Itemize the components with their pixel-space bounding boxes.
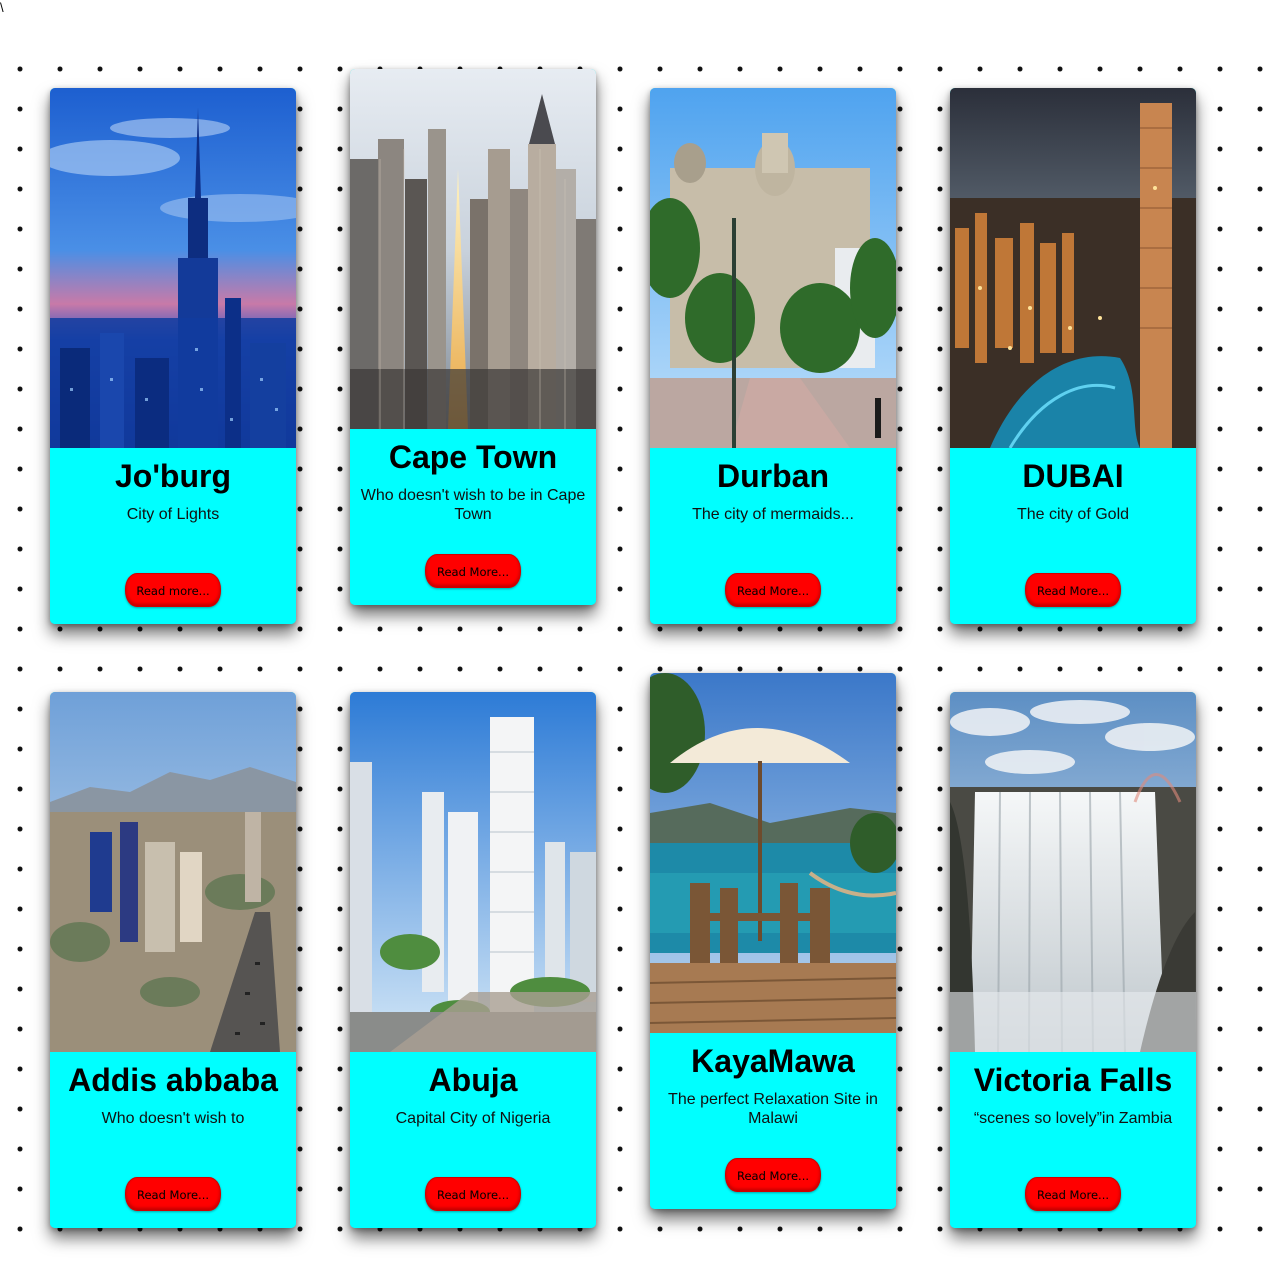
waterfall-gorge-photo — [950, 692, 1196, 1052]
marina-night-photo — [950, 88, 1196, 448]
destination-card-abuja: Abuja Capital City of Nigeria Read More.… — [350, 692, 596, 1228]
card-description: “scenes so lovely”in Zambia — [973, 1110, 1173, 1127]
card-photo — [350, 69, 596, 429]
modern-towers-photo — [350, 692, 596, 1052]
card-title: Victoria Falls — [973, 1062, 1173, 1098]
card-photo — [650, 88, 896, 448]
card-title: Addis abbaba — [68, 1062, 278, 1098]
card-description: Who doesn't wish to — [101, 1110, 245, 1127]
read-more-button[interactable]: Read More... — [725, 573, 821, 607]
destination-card-durban: Durban The city of mermaids... Read More… — [650, 88, 896, 624]
downtown-skyscrapers-photo — [350, 69, 596, 429]
destination-card-cape-town: Cape Town Who doesn't wish to be in Cape… — [350, 69, 596, 605]
card-photo — [950, 692, 1196, 1052]
read-more-button[interactable]: Read More... — [1025, 573, 1121, 607]
card-body: Victoria Falls “scenes so lovely”in Zamb… — [950, 1052, 1196, 1228]
destination-card-victoria-falls: Victoria Falls “scenes so lovely”in Zamb… — [950, 692, 1196, 1228]
read-more-button[interactable]: Read More... — [1025, 1177, 1121, 1211]
card-photo — [650, 673, 896, 1033]
card-body: Durban The city of mermaids... Read More… — [650, 448, 896, 624]
card-description: The perfect Relaxation Site in Malawi — [668, 1091, 878, 1127]
city-aerial-photo — [50, 692, 296, 1052]
card-title: Jo'burg — [114, 458, 232, 494]
destination-card-dubai: DUBAI The city of Gold Read More... — [950, 88, 1196, 624]
card-body: DUBAI The city of Gold Read More... — [950, 448, 1196, 624]
card-title: Abuja — [428, 1062, 518, 1098]
card-description: Capital City of Nigeria — [395, 1110, 551, 1127]
card-body: Jo'burg City of Lights Read more... — [50, 448, 296, 624]
card-body: Cape Town Who doesn't wish to be in Cape… — [350, 429, 596, 605]
card-description: The city of Gold — [1016, 506, 1130, 523]
corner-mark: \ — [0, 0, 4, 15]
read-more-button[interactable]: Read more... — [125, 573, 221, 607]
card-description: The city of mermaids... — [692, 506, 854, 523]
read-more-button[interactable]: Read More... — [425, 1177, 521, 1211]
card-photo — [950, 88, 1196, 448]
card-body: Abuja Capital City of Nigeria Read More.… — [350, 1052, 596, 1228]
card-description: City of Lights — [126, 506, 220, 523]
card-title: DUBAI — [1022, 458, 1124, 494]
destination-card-joburg: Jo'burg City of Lights Read more... — [50, 88, 296, 624]
read-more-button[interactable]: Read More... — [125, 1177, 221, 1211]
card-title: Cape Town — [388, 439, 558, 475]
card-photo — [50, 88, 296, 448]
destination-card-kayamawa: KayaMawa The perfect Relaxation Site in … — [650, 673, 896, 1209]
city-skyline-photo — [50, 88, 296, 448]
card-title: Durban — [717, 458, 829, 494]
city-hall-palms-photo — [650, 88, 896, 448]
read-more-button[interactable]: Read More... — [425, 554, 521, 588]
lakeside-umbrella-photo — [650, 673, 896, 1033]
card-body: Addis abbaba Who doesn't wish to Read Mo… — [50, 1052, 296, 1228]
card-title: KayaMawa — [691, 1043, 855, 1079]
destination-card-addis-abbaba: Addis abbaba Who doesn't wish to Read Mo… — [50, 692, 296, 1228]
read-more-button[interactable]: Read More... — [725, 1158, 821, 1192]
card-description: Who doesn't wish to be in Cape Town — [360, 487, 586, 523]
card-body: KayaMawa The perfect Relaxation Site in … — [650, 1033, 896, 1209]
card-photo — [350, 692, 596, 1052]
card-photo — [50, 692, 296, 1052]
